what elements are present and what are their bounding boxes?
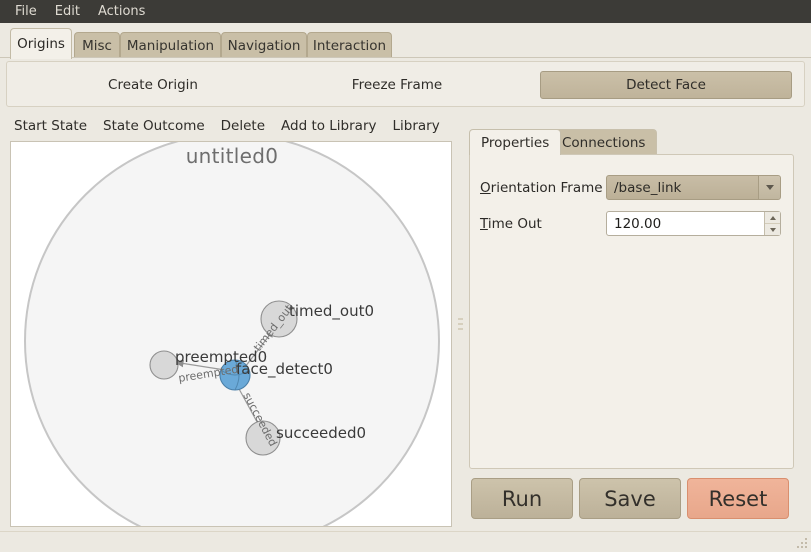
container-circle [24, 142, 440, 526]
splitter-grip-dot [458, 318, 463, 320]
run-button[interactable]: Run [471, 478, 573, 519]
delete-button[interactable]: Delete [213, 116, 273, 136]
origins-toolbar-panel: Create Origin Freeze Frame Detect Face [6, 61, 805, 107]
tab-navigation[interactable]: Navigation [221, 32, 307, 58]
graph-editor-toolbar: Start State State Outcome Delete Add to … [6, 113, 461, 139]
tab-misc[interactable]: Misc [74, 32, 120, 58]
orientation-frame-combo[interactable]: /base_link [606, 175, 781, 200]
status-bar [0, 531, 811, 552]
time-out-stepper[interactable] [764, 212, 780, 235]
properties-panel: Properties Connections Orientation Frame… [466, 125, 805, 527]
orientation-frame-label: Orientation Frame [480, 180, 603, 196]
menu-item-edit[interactable]: Edit [46, 2, 89, 22]
orientation-frame-label-text: rientation Frame [490, 180, 603, 196]
detect-face-button[interactable]: Detect Face [540, 71, 792, 99]
category-tab-bar: Origins Misc Manipulation Navigation Int… [0, 23, 811, 59]
start-state-button[interactable]: Start State [6, 116, 95, 136]
menu-bar: File Edit Actions [0, 0, 811, 23]
library-button[interactable]: Library [385, 116, 448, 136]
time-out-label: Time Out [480, 216, 542, 232]
splitter-grip-dot [458, 323, 463, 325]
time-out-value: 120.00 [614, 215, 662, 232]
stepper-up-icon[interactable] [765, 212, 780, 224]
orientation-frame-value: /base_link [614, 179, 682, 196]
resize-grip[interactable] [795, 536, 809, 550]
tab-origins[interactable]: Origins [10, 28, 72, 59]
add-to-library-button[interactable]: Add to Library [273, 116, 384, 136]
properties-form: Orientation Frame /base_link Time Out 12… [469, 154, 794, 469]
state-machine-canvas[interactable]: timed_out preempted succeeded timed_out0… [10, 141, 452, 527]
graph-title: untitled0 [185, 144, 279, 168]
orientation-frame-mnemonic: O [480, 180, 491, 196]
stepper-down-icon[interactable] [765, 224, 780, 235]
node-label-face-detect0: face_detect0 [236, 360, 333, 379]
splitter-grip-dot [458, 328, 463, 330]
panel-splitter[interactable] [455, 141, 466, 527]
chevron-down-icon[interactable] [758, 176, 780, 199]
application-window: File Edit Actions Origins Misc Manipulat… [0, 0, 811, 552]
time-out-spinbox[interactable]: 120.00 [606, 211, 781, 236]
freeze-frame-button[interactable]: Freeze Frame [307, 72, 487, 98]
node-label-timed-out0: timed_out0 [289, 302, 374, 321]
reset-button[interactable]: Reset [687, 478, 789, 519]
tab-interaction[interactable]: Interaction [307, 32, 392, 58]
time-out-label-text: ime Out [487, 216, 542, 232]
state-outcome-button[interactable]: State Outcome [95, 116, 213, 136]
save-button[interactable]: Save [579, 478, 681, 519]
tab-manipulation[interactable]: Manipulation [120, 32, 221, 58]
tab-connections[interactable]: Connections [550, 129, 658, 155]
node-label-succeeded0: succeeded0 [276, 424, 366, 442]
menu-item-actions[interactable]: Actions [89, 2, 155, 22]
state-machine-graph[interactable]: timed_out preempted succeeded timed_out0… [11, 142, 451, 526]
create-origin-button[interactable]: Create Origin [63, 72, 243, 98]
menu-item-file[interactable]: File [6, 2, 46, 22]
node-preempted0[interactable] [149, 350, 179, 380]
tab-properties[interactable]: Properties [469, 129, 562, 155]
time-out-mnemonic: T [480, 216, 488, 232]
